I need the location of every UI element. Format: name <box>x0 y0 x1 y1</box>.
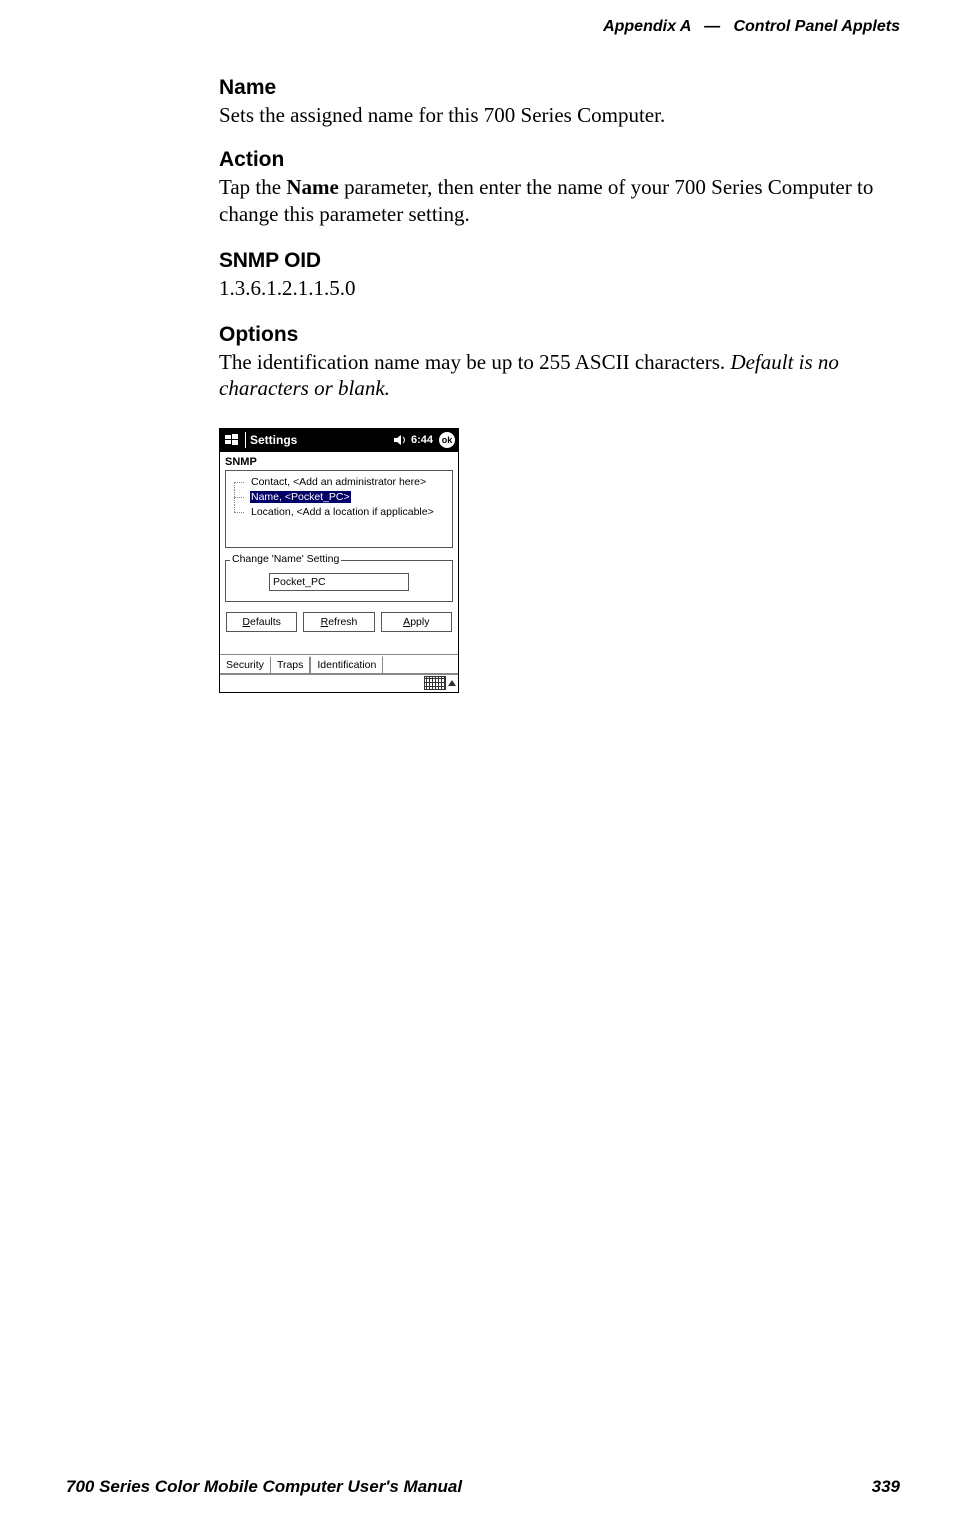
footer-page: 339 <box>872 1477 900 1497</box>
page-header: Appendix A — Control Panel Applets <box>603 18 900 36</box>
header-separator: — <box>704 18 720 35</box>
body-snmp: 1.3.6.1.2.1.1.5.0 <box>219 275 903 301</box>
header-divider <box>245 432 246 448</box>
apply-rest: pply <box>410 616 429 628</box>
content-area: Name Sets the assigned name for this 700… <box>219 76 903 693</box>
sip-bar <box>220 674 458 692</box>
ok-button[interactable]: ok <box>439 432 455 448</box>
action-pre: Tap the <box>219 175 286 199</box>
refresh-button[interactable]: Refresh <box>303 612 374 632</box>
header-appendix: Appendix A <box>603 18 691 35</box>
section-options: Options The identification name may be u… <box>219 323 903 402</box>
device-screenshot: Settings 6:44 ok SNMP Contact, <Add an a… <box>219 428 459 693</box>
applet-title: SNMP <box>220 452 458 470</box>
tree-label-contact: Contact, <Add an administrator here> <box>250 476 427 488</box>
heading-name: Name <box>219 76 903 100</box>
page-footer: 700 Series Color Mobile Computer User's … <box>66 1477 900 1497</box>
keyboard-icon[interactable] <box>424 676 446 690</box>
fieldset-legend: Change 'Name' Setting <box>230 553 341 565</box>
tab-security[interactable]: Security <box>220 657 271 673</box>
change-name-fieldset: Change 'Name' Setting <box>225 560 453 602</box>
sip-arrow-icon[interactable] <box>448 680 456 686</box>
tab-row: Security Traps Identification <box>220 654 458 674</box>
refresh-rest: efresh <box>328 616 357 628</box>
heading-snmp: SNMP OID <box>219 249 903 273</box>
tree-row-contact[interactable]: Contact, <Add an administrator here> <box>228 475 450 490</box>
tree-view[interactable]: Contact, <Add an administrator here> Nam… <box>225 470 453 548</box>
apply-button[interactable]: Apply <box>381 612 452 632</box>
body-options: The identification name may be up to 255… <box>219 349 903 402</box>
button-row: Defaults Refresh Apply <box>226 612 452 632</box>
name-input[interactable] <box>269 573 409 591</box>
defaults-button[interactable]: Defaults <box>226 612 297 632</box>
tree-label-name: Name, <Pocket_PC> <box>250 491 351 503</box>
tree-row-name[interactable]: Name, <Pocket_PC> <box>228 490 450 505</box>
heading-action: Action <box>219 148 903 172</box>
start-icon[interactable] <box>223 431 241 449</box>
body-action: Tap the Name parameter, then enter the n… <box>219 174 903 227</box>
defaults-mnemonic: D <box>242 616 250 628</box>
tree-connector-icon <box>228 490 246 505</box>
tree-connector-icon <box>228 475 246 490</box>
tree-connector-icon <box>228 505 246 520</box>
heading-options: Options <box>219 323 903 347</box>
volume-icon[interactable] <box>393 433 407 447</box>
body-name: Sets the assigned name for this 700 Seri… <box>219 102 903 128</box>
section-snmp: SNMP OID 1.3.6.1.2.1.1.5.0 <box>219 249 903 301</box>
tab-identification[interactable]: Identification <box>310 656 383 674</box>
section-action: Action Tap the Name parameter, then ente… <box>219 148 903 227</box>
header-title: Control Panel Applets <box>733 18 900 35</box>
device-title: Settings <box>250 433 297 447</box>
options-pre: The identification name may be up to 255… <box>219 350 730 374</box>
section-name: Name Sets the assigned name for this 700… <box>219 76 903 128</box>
footer-manual: 700 Series Color Mobile Computer User's … <box>66 1477 462 1497</box>
clock: 6:44 <box>411 434 433 446</box>
action-bold: Name <box>286 175 338 199</box>
tree-label-location: Location, <Add a location if applicable> <box>250 506 435 518</box>
device-header: Settings 6:44 ok <box>220 429 458 452</box>
tree-row-location[interactable]: Location, <Add a location if applicable> <box>228 505 450 520</box>
defaults-rest: efaults <box>250 616 281 628</box>
tab-traps[interactable]: Traps <box>271 657 310 673</box>
